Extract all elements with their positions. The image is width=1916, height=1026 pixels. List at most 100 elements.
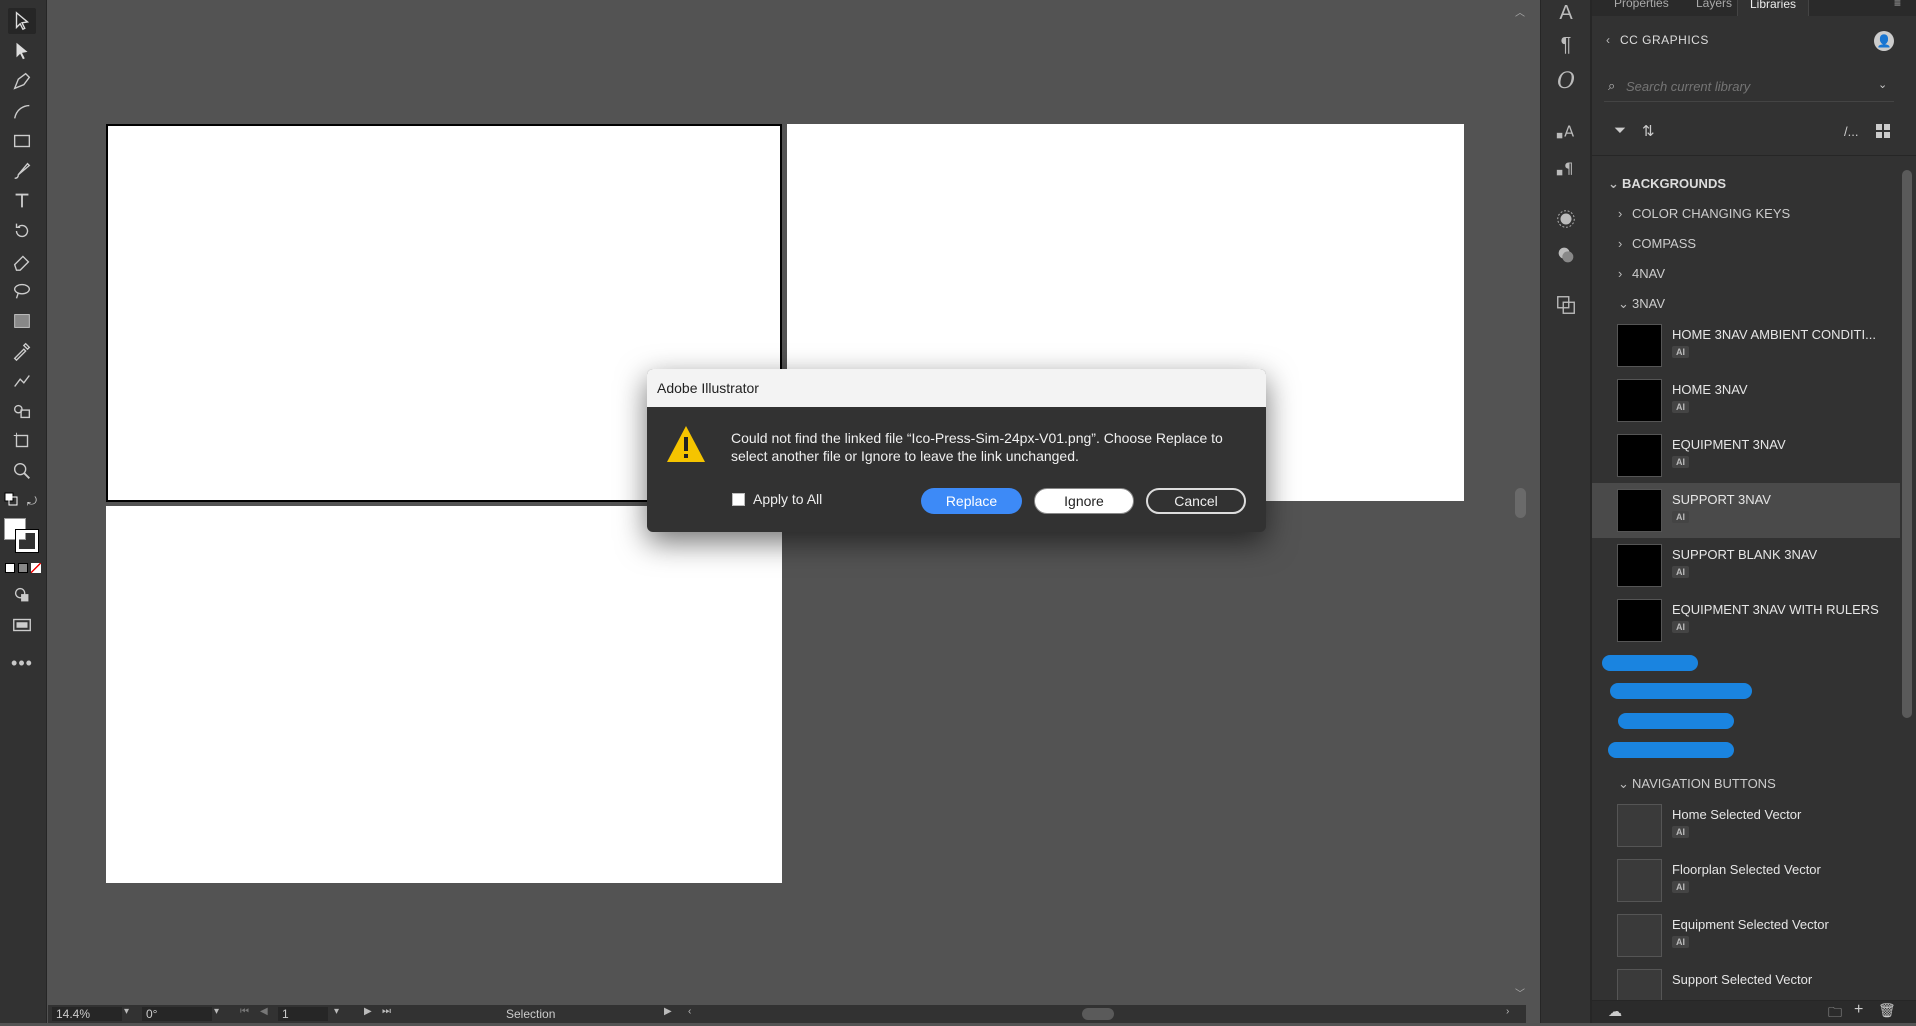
zoom-dropdown-icon[interactable]: ▾ (124, 1006, 129, 1017)
scroll-down-icon[interactable]: ﹀ (1515, 985, 1525, 1000)
library-item[interactable]: EQUIPMENT 3NAV WITH RULERS AI (1592, 593, 1900, 648)
group-label: COMPASS (1632, 236, 1697, 251)
paintbrush-tool-icon[interactable] (8, 158, 36, 184)
eraser-tool-icon[interactable] (8, 248, 36, 274)
back-chevron-icon: ‹ (1606, 33, 1611, 47)
library-item-selected[interactable]: SUPPORT 3NAV AI (1592, 483, 1900, 538)
library-breadcrumb[interactable]: ‹ CC GRAPHICS (1606, 33, 1709, 47)
search-input[interactable] (1626, 76, 1866, 96)
list-view-toggle[interactable]: /... (1844, 124, 1858, 139)
pathfinder-panel-icon[interactable] (1553, 292, 1579, 318)
grid-view-icon[interactable] (1875, 123, 1891, 139)
artboard-dropdown-icon[interactable]: ▾ (334, 1006, 339, 1017)
panel-scroll-thumb[interactable] (1902, 170, 1912, 718)
vertical-scrollbar[interactable]: ︿ ﹀ (1512, 0, 1528, 1008)
library-item[interactable]: Equipment Selected Vector AI (1592, 908, 1900, 963)
collaborate-icon[interactable]: 👤 (1874, 31, 1894, 51)
tab-layers[interactable]: Layers (1684, 0, 1744, 10)
direct-selection-tool-icon[interactable] (8, 38, 36, 64)
gradient-tool-icon[interactable] (8, 308, 36, 334)
library-item[interactable]: HOME 3NAV AI (1592, 373, 1900, 428)
library-item[interactable]: Home Selected Vector AI (1592, 798, 1900, 853)
search-bar[interactable]: ⌕ ⌄ (1604, 72, 1894, 102)
filter-icon[interactable]: ⏷ (1614, 122, 1626, 139)
chevron-right-icon: › (1618, 236, 1623, 251)
paragraph-styles-icon[interactable]: ¶ (1553, 155, 1579, 181)
group-navigation-buttons[interactable]: ⌄ NAVIGATION BUTTONS (1618, 776, 1776, 792)
panel-menu-icon[interactable]: ≡ (1894, 0, 1901, 10)
add-icon[interactable]: + (1854, 1001, 1863, 1019)
puppet-warp-tool-icon[interactable] (8, 368, 36, 394)
gradient-mode-icon[interactable] (18, 563, 28, 573)
swap-colors-icon[interactable] (4, 492, 18, 506)
tab-libraries[interactable]: Libraries (1737, 0, 1810, 16)
library-item[interactable]: EQUIPMENT 3NAV AI (1592, 428, 1900, 483)
cancel-button[interactable]: Cancel (1146, 488, 1246, 514)
curvature-tool-icon[interactable] (8, 98, 36, 124)
group-3nav[interactable]: ⌄ 3NAV (1618, 296, 1665, 312)
opentype-panel-icon[interactable]: O (1553, 68, 1579, 94)
scroll-thumb[interactable] (1515, 488, 1526, 518)
status-bar: 14.4% ▾ 0° ▾ ⏮ ◀ 1 ▾ ▶ ⏭ Selection ▶ ‹ › (48, 1005, 1526, 1023)
apply-to-all-checkbox[interactable]: Apply to All (732, 491, 822, 507)
sort-icon[interactable]: ⇅ (1642, 122, 1655, 140)
cloud-icon[interactable]: ☁ (1608, 1003, 1622, 1020)
rectangle-tool-icon[interactable] (8, 128, 36, 154)
color-mode-icon[interactable] (5, 563, 15, 573)
library-item[interactable]: HOME 3NAV AMBIENT CONDITI... AI (1592, 318, 1900, 373)
stroke-color-swatch[interactable] (15, 529, 39, 553)
character-panel-icon[interactable]: A (1553, 0, 1579, 26)
item-type-badge: AI (1672, 346, 1689, 358)
rotate-tool-icon[interactable] (8, 218, 36, 244)
rotation-field[interactable]: 0° (142, 1007, 212, 1021)
checkbox-box[interactable] (732, 492, 745, 506)
zoom-field[interactable]: 14.4% (52, 1007, 122, 1021)
none-mode-icon[interactable] (31, 563, 41, 573)
group-4nav[interactable]: › 4NAV (1618, 266, 1665, 281)
first-artboard-icon[interactable]: ⏮ (240, 1006, 249, 1017)
scroll-left-icon[interactable]: ‹ (688, 1006, 691, 1017)
group-compass[interactable]: › COMPASS (1618, 236, 1696, 251)
library-item[interactable]: SUPPORT BLANK 3NAV AI (1592, 538, 1900, 593)
appearance-panel-icon[interactable] (1553, 206, 1579, 232)
item-name: SUPPORT 3NAV (1672, 492, 1771, 507)
library-item[interactable]: Support Selected Vector (1592, 963, 1900, 1001)
last-artboard-icon[interactable]: ⏭ (382, 1006, 391, 1017)
artboard-number-field[interactable]: 1 (278, 1007, 328, 1021)
scroll-up-icon[interactable]: ︿ (1515, 4, 1525, 19)
eyedropper-tool-icon[interactable] (8, 338, 36, 364)
chevron-down-icon: ⌄ (1618, 296, 1629, 311)
paragraph-panel-icon[interactable]: ¶ (1553, 32, 1579, 58)
selection-tool-icon[interactable] (8, 8, 36, 34)
screen-mode-icon[interactable] (8, 612, 36, 638)
zoom-tool-icon[interactable] (8, 458, 36, 484)
swap-arrow-icon[interactable]: ⤾ (27, 494, 41, 508)
group-backgrounds[interactable]: ⌄ BACKGROUNDS (1608, 176, 1726, 192)
artboard-tool-icon[interactable] (8, 428, 36, 454)
scroll-right-icon[interactable]: › (1506, 1006, 1509, 1017)
next-artboard-icon[interactable]: ▶ (364, 1006, 372, 1017)
more-tools-icon[interactable]: ••• (8, 650, 36, 676)
search-dropdown-icon[interactable]: ⌄ (1878, 78, 1887, 91)
new-group-icon[interactable]: 🗀 (1828, 1002, 1842, 1026)
library-item[interactable]: Floorplan Selected Vector AI (1592, 853, 1900, 908)
chevron-down-icon: ⌄ (1608, 176, 1619, 191)
item-name: HOME 3NAV AMBIENT CONDITI... (1672, 327, 1876, 342)
tab-properties[interactable]: Properties (1602, 0, 1681, 10)
status-menu-icon[interactable]: ▶ (664, 1006, 672, 1017)
group-color-changing-keys[interactable]: › COLOR CHANGING KEYS (1618, 206, 1790, 221)
draw-mode-icon[interactable] (8, 582, 36, 608)
horizontal-scroll-thumb[interactable] (1082, 1008, 1114, 1020)
transparency-panel-icon[interactable] (1553, 242, 1579, 268)
character-styles-icon[interactable]: A (1553, 118, 1579, 144)
lasso-tool-icon[interactable] (8, 278, 36, 304)
replace-button[interactable]: Replace (921, 488, 1022, 514)
pen-tool-icon[interactable] (8, 68, 36, 94)
artboard-3[interactable] (106, 506, 782, 883)
prev-artboard-icon[interactable]: ◀ (260, 1006, 268, 1017)
ignore-button[interactable]: Ignore (1034, 488, 1134, 514)
type-tool-icon[interactable] (8, 188, 36, 214)
rotation-dropdown-icon[interactable]: ▾ (214, 1006, 219, 1017)
trash-icon[interactable]: 🗑 (1878, 1002, 1896, 1019)
shape-builder-tool-icon[interactable] (8, 398, 36, 424)
